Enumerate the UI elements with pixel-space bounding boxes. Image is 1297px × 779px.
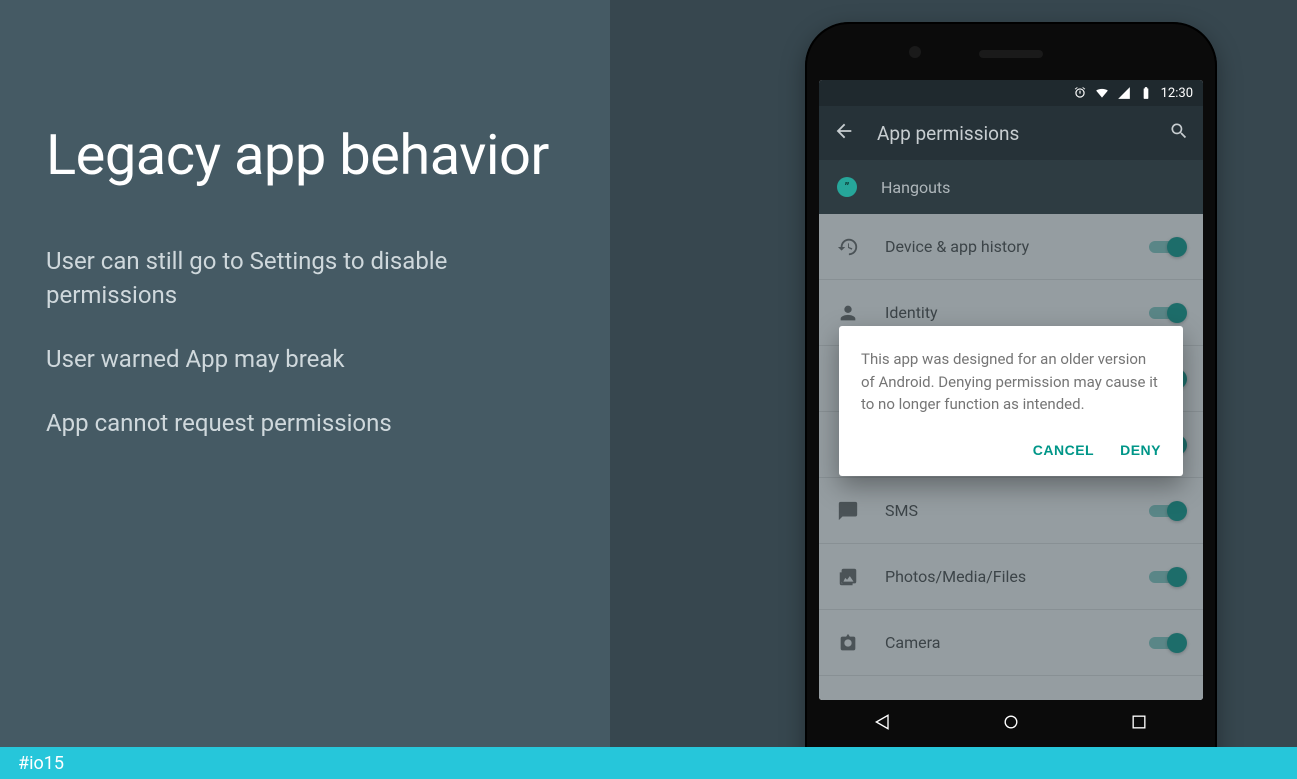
wifi-icon xyxy=(1095,86,1109,100)
slide-footer: #io15 xyxy=(0,747,1297,779)
subheader-app-name: Hangouts xyxy=(881,178,950,197)
warning-dialog: This app was designed for an older versi… xyxy=(839,326,1183,476)
footer-hashtag: #io15 xyxy=(18,753,64,774)
battery-icon xyxy=(1139,86,1153,100)
phone-device-frame: 12:30 App permissions ” Hangouts xyxy=(805,22,1217,779)
signal-icon xyxy=(1117,86,1131,100)
phone-screen: 12:30 App permissions ” Hangouts xyxy=(819,80,1203,700)
permission-label: Identity xyxy=(885,303,1123,322)
appbar-title: App permissions xyxy=(877,122,1147,145)
permission-toggle[interactable] xyxy=(1149,633,1185,653)
sms-icon xyxy=(837,500,859,522)
permission-row[interactable]: Camera xyxy=(819,610,1203,676)
history-icon xyxy=(837,236,859,258)
bullet-2: User warned App may break xyxy=(46,342,486,376)
nav-recent-button[interactable] xyxy=(1129,712,1149,736)
permission-toggle[interactable] xyxy=(1149,567,1185,587)
slide: Legacy app behavior User can still go to… xyxy=(0,0,1297,779)
permission-toggle[interactable] xyxy=(1149,303,1185,323)
identity-icon xyxy=(837,302,859,324)
slide-text-column: Legacy app behavior User can still go to… xyxy=(0,0,610,779)
camera-icon xyxy=(837,632,859,654)
permission-label: Device & app history xyxy=(885,237,1123,256)
photos-icon xyxy=(837,566,859,588)
nav-back-button[interactable] xyxy=(873,712,893,736)
permission-label: Camera xyxy=(885,633,1123,652)
statusbar: 12:30 xyxy=(819,80,1203,106)
slide-title: Legacy app behavior xyxy=(46,120,564,190)
phone-sensor xyxy=(909,46,921,58)
dialog-message: This app was designed for an older versi… xyxy=(861,348,1161,416)
bullet-1: User can still go to Settings to disable… xyxy=(46,244,486,312)
permission-row[interactable]: SMS xyxy=(819,478,1203,544)
permission-row[interactable]: Photos/Media/Files xyxy=(819,544,1203,610)
permission-row[interactable]: Device & app history xyxy=(819,214,1203,280)
dialog-actions: CANCEL DENY xyxy=(861,438,1161,464)
back-button[interactable] xyxy=(833,120,855,146)
app-subheader: ” Hangouts xyxy=(819,160,1203,214)
statusbar-time: 12:30 xyxy=(1161,86,1193,101)
slide-device-column: 12:30 App permissions ” Hangouts xyxy=(610,0,1297,779)
search-button[interactable] xyxy=(1169,121,1189,145)
nav-home-button[interactable] xyxy=(1001,712,1021,736)
permission-label: SMS xyxy=(885,501,1123,520)
hangouts-icon: ” xyxy=(837,177,857,197)
phone-earpiece xyxy=(979,50,1043,58)
permission-toggle[interactable] xyxy=(1149,501,1185,521)
deny-button[interactable]: DENY xyxy=(1120,442,1161,458)
android-navbar xyxy=(819,700,1203,748)
alarm-icon xyxy=(1073,86,1087,100)
permission-label: Photos/Media/Files xyxy=(885,567,1123,586)
permission-toggle[interactable] xyxy=(1149,237,1185,257)
slide-bullets: User can still go to Settings to disable… xyxy=(46,244,564,440)
appbar: App permissions xyxy=(819,106,1203,160)
bullet-3: App cannot request permissions xyxy=(46,406,486,440)
cancel-button[interactable]: CANCEL xyxy=(1033,442,1094,458)
